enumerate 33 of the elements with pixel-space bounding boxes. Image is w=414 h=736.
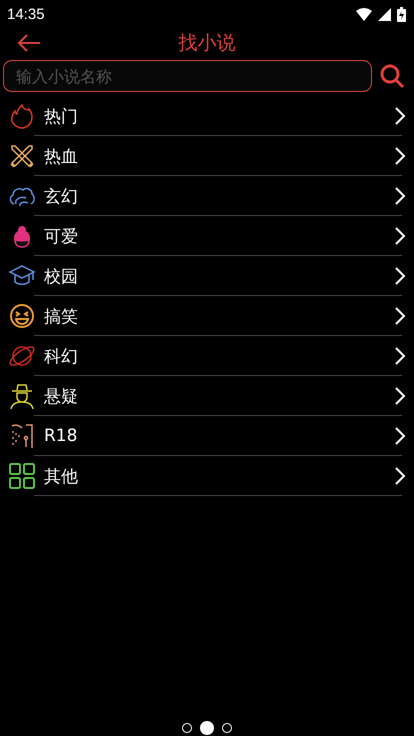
- category-item[interactable]: 热门: [0, 96, 414, 136]
- chevron-right-icon: [394, 467, 406, 485]
- chevron-right-icon: [394, 347, 406, 365]
- category-item[interactable]: 搞笑: [0, 296, 414, 336]
- search-field[interactable]: 输入小说名称: [3, 60, 372, 92]
- chevron-right-icon: [394, 387, 406, 405]
- search-button[interactable]: [378, 62, 406, 90]
- chevron-right-icon: [394, 107, 406, 125]
- chevron-right-icon: [394, 227, 406, 245]
- chevron-right-icon: [394, 147, 406, 165]
- status-time: 14:35: [7, 6, 45, 22]
- page-title: 找小说: [178, 31, 236, 56]
- page-indicator-dot[interactable]: [200, 721, 214, 735]
- category-item[interactable]: 科幻: [0, 336, 414, 376]
- page-indicator-dot[interactable]: [182, 723, 192, 733]
- category-item[interactable]: 悬疑: [0, 376, 414, 416]
- category-item[interactable]: R18: [0, 416, 414, 456]
- battery-icon: [397, 6, 406, 22]
- chevron-right-icon: [394, 187, 406, 205]
- grid-icon: [8, 462, 36, 490]
- chevron-right-icon: [394, 267, 406, 285]
- detective-icon: [8, 382, 36, 410]
- chevron-right-icon: [394, 427, 406, 445]
- chevron-right-icon: [394, 307, 406, 325]
- category-item[interactable]: 玄幻: [0, 176, 414, 216]
- category-item[interactable]: 其他: [0, 456, 414, 496]
- category-item[interactable]: 热血: [0, 136, 414, 176]
- laughing-face-icon: [8, 302, 36, 330]
- signal-icon: [378, 8, 391, 20]
- page-indicator-dot[interactable]: [222, 723, 232, 733]
- category-item[interactable]: 可爱: [0, 216, 414, 256]
- wifi-icon: [356, 8, 372, 20]
- category-item[interactable]: 校园: [0, 256, 414, 296]
